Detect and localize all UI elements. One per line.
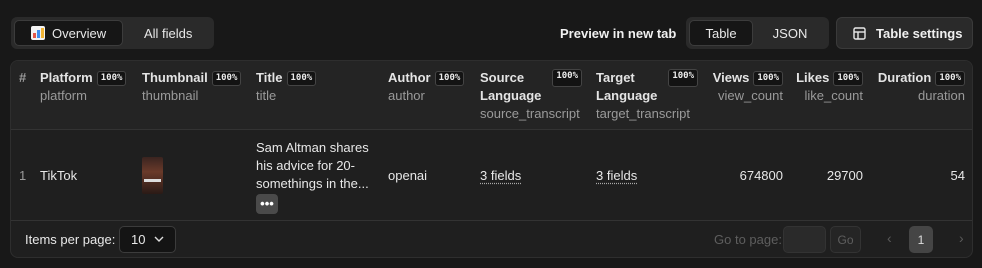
tab-json[interactable]: JSON [755,20,825,46]
column-header-likes[interactable]: Likes 100% like_count [795,69,863,105]
column-header-target-language[interactable]: Target 100% Language target_transcript [596,69,698,123]
table-header: # Platform 100% platform Thumbnail 100% th… [11,61,972,130]
chevron-down-icon [154,236,164,242]
source-transcript-link[interactable]: 3 fields [480,168,521,183]
preview-in-new-tab-button[interactable]: Preview in new tab [560,17,676,49]
target-transcript-link[interactable]: 3 fields [596,168,637,183]
fill-badge: 100% [753,71,783,86]
go-button[interactable]: Go [830,226,861,253]
author-cell: openai [388,168,428,183]
chart-icon [31,26,45,40]
tab-all-fields[interactable]: All fields [125,20,211,46]
tab-table-label: Table [705,25,737,41]
toolbar: Overview All fields Preview in new tab T… [0,0,982,60]
column-header-source-language[interactable]: Source 100% Language source_transcript [480,69,582,123]
tab-overview[interactable]: Overview [14,20,124,46]
tab-overview-label: Overview [52,25,107,41]
table-row[interactable]: 1 TikTok Sam Altman shares his advice fo… [11,130,972,221]
fill-badge: 100% [211,71,242,86]
column-header-title[interactable]: Title 100% title [256,69,317,105]
column-header-thumbnail[interactable]: Thumbnail 100% thumbnail [142,69,242,105]
prev-page-icon[interactable]: ‹ [887,230,892,246]
format-switcher: Table JSON [686,17,829,49]
fill-badge: 100% [552,69,582,87]
column-header-index: # [19,70,27,85]
fill-badge: 100% [668,69,698,87]
platform-cell: TikTok [40,168,78,183]
fill-badge: 100% [935,71,965,86]
tab-table[interactable]: Table [689,20,753,46]
column-header-duration[interactable]: Duration 100% duration [875,69,965,105]
items-per-page-label: Items per page: [25,232,116,247]
go-to-page-label: Go to page: [714,232,782,247]
view-switcher: Overview All fields [11,17,214,49]
pagination-footer: Items per page: 10 Go to page: Go ‹ 1 › [11,221,972,257]
column-header-platform[interactable]: Platform 100% platform [40,69,127,105]
column-header-author[interactable]: Author 100% author [388,69,465,105]
preview-label: Preview in new tab [560,25,677,41]
likes-cell: 29700 [826,168,863,183]
fill-badge: 100% [833,71,863,86]
data-table-panel: # Platform 100% platform Thumbnail 100% th… [10,60,973,258]
tab-all-fields-label: All fields [144,25,193,41]
duration-cell: 54 [950,168,965,183]
go-to-page-input[interactable] [783,226,826,253]
expand-more-button[interactable]: ••• [256,194,278,214]
next-page-icon[interactable]: › [959,230,964,246]
table-settings-label: Table settings [876,25,963,41]
current-page-button[interactable]: 1 [909,226,933,253]
title-cell: Sam Altman shares his advice for 20- som… [256,139,371,214]
table-settings-icon [853,26,866,40]
column-header-views[interactable]: Views 100% view_count [709,69,783,105]
thumbnail-image[interactable] [142,157,163,194]
fill-badge: 100% [434,71,465,86]
fill-badge: 100% [286,71,317,86]
views-cell: 674800 [739,168,783,183]
items-per-page-select[interactable]: 10 [119,226,176,253]
fill-badge: 100% [96,71,127,86]
items-per-page-value: 10 [131,232,146,247]
tab-json-label: JSON [772,25,808,41]
table-settings-button[interactable]: Table settings [836,17,973,49]
row-index: 1 [19,168,27,183]
